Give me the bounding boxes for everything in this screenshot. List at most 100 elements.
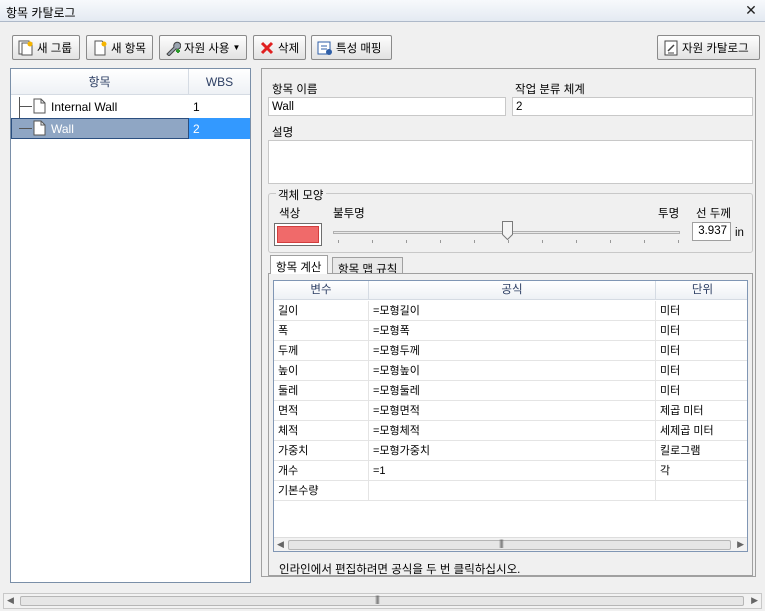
line-thickness-unit: in (735, 227, 744, 239)
grid-row[interactable]: 두께 =모형두께 미터 (274, 341, 747, 361)
grid-row[interactable]: 높이 =모형높이 미터 (274, 361, 747, 381)
scroll-right-arrow-icon[interactable]: ▶ (737, 539, 744, 550)
tree-connector (19, 128, 32, 129)
grid-cell-unit[interactable]: 킬로그램 (656, 441, 747, 461)
item-detail-panel: 항목 이름 Wall 작업 분류 체계 2 설명 객체 모양 색상 불투명 투명… (261, 68, 756, 577)
use-resource-button[interactable]: 자원 사용 ▼ (159, 35, 247, 60)
grid-cell-formula[interactable]: =모형두께 (369, 341, 656, 361)
grid-row[interactable]: 체적 =모형체적 세제곱 미터 (274, 421, 747, 441)
grid-cell-variable[interactable]: 기본수량 (274, 481, 369, 501)
item-name-input[interactable]: Wall (268, 97, 506, 116)
tab-item-map-rules[interactable]: 항목 맵 규칙 (332, 257, 404, 276)
appearance-group-label: 객체 모양 (276, 187, 326, 203)
grid-cell-formula[interactable]: =모형가중치 (369, 441, 656, 461)
scroll-left-arrow-icon[interactable]: ◀ (277, 539, 284, 550)
color-swatch[interactable] (274, 223, 322, 246)
mapping-icon (317, 41, 332, 55)
grid-cell-unit[interactable] (656, 481, 747, 501)
grid-cell-formula[interactable]: =1 (369, 461, 656, 481)
scroll-right-arrow-icon[interactable]: ▶ (751, 595, 758, 606)
opaque-label: 불투명 (333, 208, 365, 220)
description-input[interactable] (268, 140, 753, 184)
grid-cell-variable[interactable]: 가중치 (274, 441, 369, 461)
grid-cell-formula[interactable] (369, 481, 656, 501)
line-thickness-input[interactable]: 3.937 (692, 222, 731, 241)
delete-button[interactable]: 삭제 (253, 35, 306, 60)
grid-cell-unit[interactable]: 미터 (656, 321, 747, 341)
grid-cell-formula[interactable]: =모형길이 (369, 301, 656, 321)
slider-tick (508, 240, 509, 243)
new-group-button[interactable]: 새 그룹 (12, 35, 80, 60)
tree-item-name: Wall (51, 122, 74, 136)
grid-cell-formula[interactable]: =모형체적 (369, 421, 656, 441)
grid-row[interactable]: 가중치 =모형가중치 킬로그램 (274, 441, 747, 461)
new-group-label: 새 그룹 (37, 42, 72, 55)
wbs-input[interactable]: 2 (512, 97, 753, 116)
tree-item-name: Internal Wall (51, 100, 118, 114)
grid-cell-variable[interactable]: 면적 (274, 401, 369, 421)
tree-col-item[interactable]: 항목 (11, 69, 189, 95)
grid-header: 변수 공식 단위 (274, 281, 747, 300)
new-item-icon (94, 40, 107, 55)
grid-cell-variable[interactable]: 폭 (274, 321, 369, 341)
item-tree[interactable]: 항목 WBS Internal Wall 1 Wall 2 (10, 68, 251, 583)
grid-col-formula[interactable]: 공식 (369, 281, 656, 300)
resource-catalog-button[interactable]: 자원 카탈로그 (657, 35, 760, 60)
grid-col-unit[interactable]: 단위 (656, 281, 747, 300)
grid-cell-unit[interactable]: 미터 (656, 341, 747, 361)
color-label: 색상 (279, 208, 301, 220)
grid-cell-unit[interactable]: 제곱 미터 (656, 401, 747, 421)
grid-row[interactable]: 기본수량 (274, 481, 747, 501)
slider-tick (372, 240, 373, 243)
grid-cell-formula[interactable]: =모형높이 (369, 361, 656, 381)
slider-tick (644, 240, 645, 243)
grid-row[interactable]: 개수 =1 각 (274, 461, 747, 481)
tree-row-selected[interactable]: Wall 2 (11, 118, 250, 139)
grid-cell-formula[interactable]: =모형둘레 (369, 381, 656, 401)
grid-cell-unit[interactable]: 각 (656, 461, 747, 481)
tree-row[interactable]: Internal Wall 1 (11, 96, 250, 117)
resource-catalog-icon (664, 40, 678, 55)
grid-scroll-thumb[interactable]: ||| (288, 538, 731, 550)
grid-cell-formula[interactable]: =모형폭 (369, 321, 656, 341)
transparent-label: 투명 (658, 208, 680, 220)
grid-row[interactable]: 둘레 =모형둘레 미터 (274, 381, 747, 401)
tree-col-wbs[interactable]: WBS (189, 69, 250, 95)
slider-tick (406, 240, 407, 243)
grid-col-variable[interactable]: 변수 (274, 281, 369, 300)
line-thickness-label: 선 두께 (696, 208, 731, 220)
window-title: 항목 카탈로그 (6, 6, 76, 20)
grid-horizontal-scrollbar[interactable]: ◀ ||| ▶ (274, 537, 747, 551)
tree-connector (19, 106, 32, 107)
resource-catalog-label: 자원 카탈로그 (682, 42, 749, 55)
grid-cell-variable[interactable]: 높이 (274, 361, 369, 381)
calculation-tab-page: 변수 공식 단위 길이 =모형길이 미터 폭 =모형폭 미터 두께 =모형두께 미터 높이 =모형높… (268, 273, 753, 576)
grid-cell-variable[interactable]: 개수 (274, 461, 369, 481)
window-scroll-thumb[interactable]: ||| (20, 594, 744, 606)
grid-cell-variable[interactable]: 두께 (274, 341, 369, 361)
grid-cell-formula[interactable]: =모형면적 (369, 401, 656, 421)
grid-cell-unit[interactable]: 미터 (656, 301, 747, 321)
grid-cell-variable[interactable]: 둘레 (274, 381, 369, 401)
calculation-grid[interactable]: 변수 공식 단위 길이 =모형길이 미터 폭 =모형폭 미터 두께 =모형두께 미터 높이 =모형높… (273, 280, 748, 552)
tab-item-calculation[interactable]: 항목 계산 (270, 255, 328, 274)
window-horizontal-scrollbar[interactable]: ◀ ||| ▶ (3, 593, 762, 609)
grid-cell-unit[interactable]: 미터 (656, 361, 747, 381)
slider-tick (338, 240, 339, 243)
grid-cell-unit[interactable]: 세제곱 미터 (656, 421, 747, 441)
grid-row[interactable]: 면적 =모형면적 제곱 미터 (274, 401, 747, 421)
new-item-button[interactable]: 새 항목 (86, 35, 153, 60)
transparency-slider-thumb[interactable] (502, 221, 513, 240)
color-fill (277, 226, 319, 243)
item-name-label: 항목 이름 (272, 84, 318, 96)
grid-cell-unit[interactable]: 미터 (656, 381, 747, 401)
grid-cell-variable[interactable]: 길이 (274, 301, 369, 321)
close-icon[interactable]: ✕ (743, 2, 759, 18)
property-mapping-button[interactable]: 특성 매핑 (311, 35, 392, 60)
grid-row[interactable]: 길이 =모형길이 미터 (274, 301, 747, 321)
grid-row[interactable]: 폭 =모형폭 미터 (274, 321, 747, 341)
document-icon (33, 98, 46, 114)
slider-tick (474, 240, 475, 243)
grid-cell-variable[interactable]: 체적 (274, 421, 369, 441)
scroll-left-arrow-icon[interactable]: ◀ (7, 595, 14, 606)
